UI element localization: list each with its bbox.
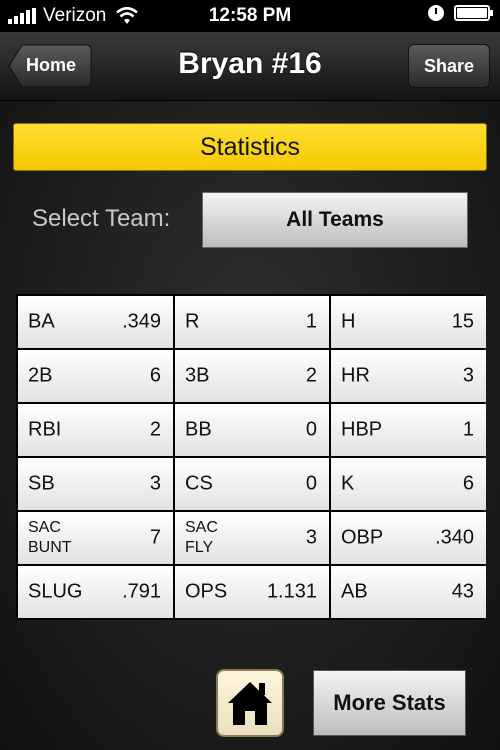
stat-label: OPS bbox=[185, 580, 228, 603]
stat-cell-ba: BA .349 bbox=[18, 296, 173, 348]
status-right bbox=[428, 5, 493, 21]
stat-cell-obp: OBP .340 bbox=[331, 512, 486, 564]
stat-label: K bbox=[341, 472, 355, 495]
house-icon bbox=[228, 682, 272, 725]
stat-value: 7 bbox=[149, 526, 161, 549]
stat-value: 1 bbox=[305, 310, 317, 333]
stat-cell-sac-bunt: SAC BUNT 7 bbox=[18, 512, 173, 564]
stat-cell-r: R 1 bbox=[175, 296, 329, 348]
stat-value: 3 bbox=[305, 526, 317, 549]
stat-cell-rbi: RBI 2 bbox=[18, 404, 173, 456]
stat-cell-sb: SB 3 bbox=[18, 458, 173, 510]
stat-value: 15 bbox=[451, 310, 474, 333]
stat-cell-ab: AB 43 bbox=[331, 566, 486, 618]
stat-label: SB bbox=[28, 472, 55, 495]
stat-value: 6 bbox=[462, 472, 474, 495]
stat-label: AB bbox=[341, 580, 368, 603]
stat-cell-h: H 15 bbox=[331, 296, 486, 348]
stat-label: HBP bbox=[341, 418, 383, 441]
stat-cell-bb: BB 0 bbox=[175, 404, 329, 456]
stat-value: 6 bbox=[149, 364, 161, 387]
stat-cell-hr: HR 3 bbox=[331, 350, 486, 402]
stat-value: 3 bbox=[149, 472, 161, 495]
select-team-label: Select Team: bbox=[32, 205, 171, 232]
stat-value: 3 bbox=[462, 364, 474, 387]
status-bar: Verizon 12:58 PM bbox=[0, 0, 500, 32]
navigation-bar: Home Bryan #16 Share bbox=[0, 32, 500, 101]
stat-value: 2 bbox=[305, 364, 317, 387]
stat-label: 2B bbox=[28, 364, 53, 387]
stat-cell-3b: 3B 2 bbox=[175, 350, 329, 402]
stat-cell-slug: SLUG .791 bbox=[18, 566, 173, 618]
stat-cell-hbp: HBP 1 bbox=[331, 404, 486, 456]
stat-label: SAC BUNT bbox=[28, 519, 72, 556]
stat-label: 3B bbox=[185, 364, 210, 387]
stat-label: OBP bbox=[341, 526, 384, 549]
stat-value: .340 bbox=[435, 526, 474, 549]
stat-value: 2 bbox=[149, 418, 161, 441]
stat-label: SLUG bbox=[28, 580, 83, 603]
alarm-clock-icon bbox=[428, 5, 444, 21]
stat-cell-ops: OPS 1.131 bbox=[175, 566, 329, 618]
stat-label: R bbox=[185, 310, 200, 333]
stat-value: 0 bbox=[305, 418, 317, 441]
home-button[interactable] bbox=[216, 669, 284, 737]
stat-value: 0 bbox=[305, 472, 317, 495]
stat-label: H bbox=[341, 310, 356, 333]
stat-value: .349 bbox=[122, 310, 161, 333]
statistics-header: Statistics bbox=[13, 123, 487, 171]
stat-cell-cs: CS 0 bbox=[175, 458, 329, 510]
share-button[interactable]: Share bbox=[408, 44, 490, 88]
stat-cell-2b: 2B 6 bbox=[18, 350, 173, 402]
more-stats-button[interactable]: More Stats bbox=[313, 670, 466, 736]
stat-cell-sac-fly: SAC FLY 3 bbox=[175, 512, 329, 564]
stat-label: SAC FLY bbox=[185, 519, 218, 556]
battery-icon bbox=[454, 5, 493, 21]
stat-label: BA bbox=[28, 310, 55, 333]
stat-label: RBI bbox=[28, 418, 62, 441]
stat-label: HR bbox=[341, 364, 370, 387]
stats-table: BA .349 R 1 H 15 2B 6 3B 2 HR 3 RBI 2 BB… bbox=[16, 294, 486, 620]
stat-value: .791 bbox=[122, 580, 161, 603]
stat-label: CS bbox=[185, 472, 213, 495]
stat-value: 1 bbox=[462, 418, 474, 441]
team-select-button[interactable]: All Teams bbox=[202, 192, 468, 248]
stat-value: 43 bbox=[451, 580, 474, 603]
main-content: Statistics Select Team: All Teams BA .34… bbox=[0, 101, 500, 750]
stat-label: BB bbox=[185, 418, 212, 441]
status-time: 12:58 PM bbox=[208, 5, 292, 26]
stat-value: 1.131 bbox=[266, 580, 317, 603]
stat-cell-k: K 6 bbox=[331, 458, 486, 510]
